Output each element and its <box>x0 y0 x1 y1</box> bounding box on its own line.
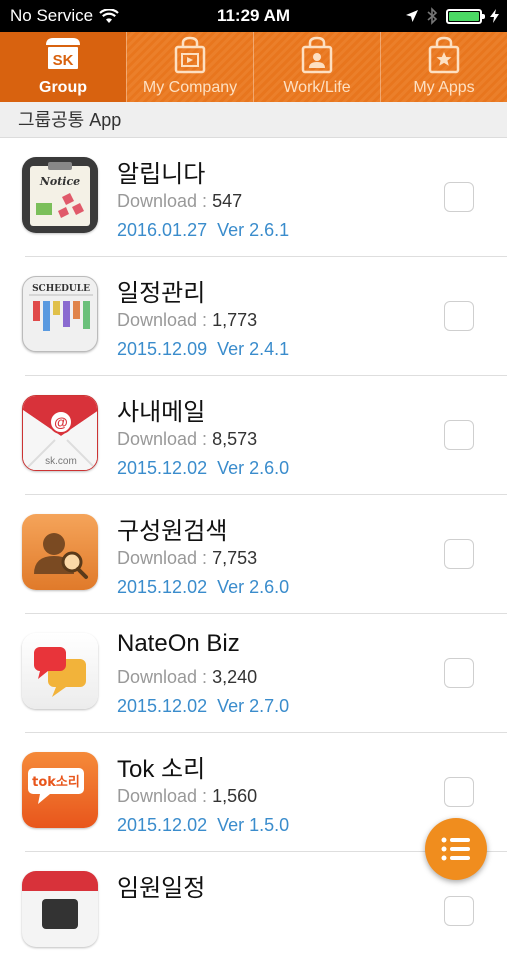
app-name: 임원일정 <box>117 875 206 902</box>
charging-bolt-icon <box>490 9 499 23</box>
bluetooth-icon <box>427 7 438 25</box>
category-tab-bar: SK Group My Company Work/Life My Apps <box>0 32 507 102</box>
tok-icon: tok소리 <box>22 752 98 828</box>
select-checkbox[interactable] <box>444 777 474 807</box>
sk-store-icon: SK <box>46 38 80 69</box>
list-item[interactable]: @ sk.com 사내메일 Download : 8,573 2015.12.0… <box>0 376 507 495</box>
list-item[interactable]: 임원일정 <box>0 852 507 971</box>
app-date-version: 2015.12.02 Ver 2.6.0 <box>117 458 290 478</box>
svg-text:@: @ <box>54 414 68 430</box>
company-bag-icon <box>174 36 206 74</box>
app-name: 구성원검색 <box>117 518 228 545</box>
calendar-icon <box>22 871 98 947</box>
schedule-icon: SCHEDULE <box>22 276 98 352</box>
list-item[interactable]: NateOn Biz Download : 3,240 2015.12.02 V… <box>0 614 507 733</box>
tab-work-life[interactable]: Work/Life <box>253 32 380 102</box>
select-checkbox[interactable] <box>444 896 474 926</box>
tab-label: My Company <box>142 79 238 96</box>
tab-label: My Apps <box>413 79 475 96</box>
list-item[interactable]: Notice 알립니다 Download : 547 2016.01.27 Ve… <box>0 138 507 257</box>
download-count: Download : 3,240 <box>117 667 258 687</box>
person-bag-icon <box>301 36 333 74</box>
download-count: Download : 1,560 <box>117 786 258 806</box>
download-count: Download : 8,573 <box>117 429 258 449</box>
select-checkbox[interactable] <box>444 301 474 331</box>
status-bar: No Service 11:29 AM <box>0 0 507 32</box>
select-checkbox[interactable] <box>444 420 474 450</box>
app-date-version: 2015.12.02 Ver 2.6.0 <box>117 577 290 597</box>
app-name: NateOn Biz <box>117 630 240 657</box>
download-count: Download : 1,773 <box>117 310 258 330</box>
location-arrow-icon <box>406 10 418 22</box>
tab-group[interactable]: SK Group <box>0 32 126 102</box>
download-count: Download : 547 <box>117 191 243 211</box>
notice-icon: Notice <box>22 157 98 233</box>
app-name: 사내메일 <box>117 399 206 426</box>
mail-icon-text: sk.com <box>45 456 77 467</box>
battery-icon <box>446 8 485 24</box>
select-checkbox[interactable] <box>444 182 474 212</box>
mail-icon: @ sk.com <box>22 395 98 471</box>
tab-my-company[interactable]: My Company <box>126 32 253 102</box>
notice-icon-text: Notice <box>39 175 80 188</box>
schedule-icon-text: SCHEDULE <box>32 284 90 294</box>
app-date-version: 2016.01.27 Ver 2.6.1 <box>117 220 290 240</box>
member-search-icon <box>22 514 98 590</box>
tab-label: Group <box>39 79 87 96</box>
app-name: Tok 소리 <box>117 756 206 783</box>
list-menu-icon <box>441 837 470 861</box>
tab-my-apps[interactable]: My Apps <box>380 32 507 102</box>
select-checkbox[interactable] <box>444 539 474 569</box>
star-bag-icon <box>428 36 460 74</box>
app-date-version: 2015.12.09 Ver 2.4.1 <box>117 339 290 359</box>
app-name: 일정관리 <box>117 280 206 307</box>
app-date-version: 2015.12.02 Ver 1.5.0 <box>117 815 290 835</box>
menu-fab-button[interactable] <box>425 818 487 880</box>
select-checkbox[interactable] <box>444 658 474 688</box>
nateon-icon <box>22 633 98 709</box>
download-count: Download : 7,753 <box>117 548 258 568</box>
list-item[interactable]: SCHEDULE 일정관리 Download : 1,773 2015.12.0… <box>0 257 507 376</box>
section-header: 그룹공통 App <box>0 102 507 138</box>
list-item[interactable]: 구성원검색 Download : 7,753 2015.12.02 Ver 2.… <box>0 495 507 614</box>
tok-icon-text: tok소리 <box>32 774 80 790</box>
app-name: 알립니다 <box>117 161 206 188</box>
app-date-version: 2015.12.02 Ver 2.7.0 <box>117 696 290 716</box>
tab-group-line1: SK <box>53 52 74 69</box>
tab-label: Work/Life <box>283 79 351 96</box>
